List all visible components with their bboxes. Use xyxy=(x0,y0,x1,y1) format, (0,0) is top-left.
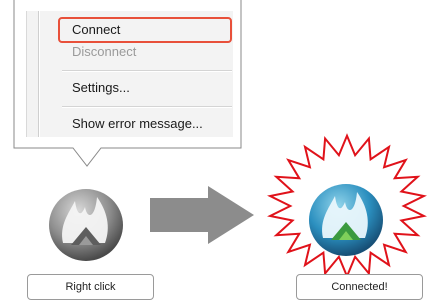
right-click-label: Right click xyxy=(27,274,154,300)
arrow-right-icon xyxy=(150,186,254,244)
connected-label: Connected! xyxy=(296,274,423,300)
menu-item-disconnect: Disconnect xyxy=(72,44,137,59)
menu-item-show-error-message[interactable]: Show error message... xyxy=(72,113,203,135)
menu-item-settings[interactable]: Settings... xyxy=(72,77,130,99)
menu-separator xyxy=(62,106,232,108)
app-connected-icon[interactable] xyxy=(301,176,391,258)
menu-gutter xyxy=(38,11,40,137)
menu-separator xyxy=(62,70,232,72)
app-disconnected-icon[interactable] xyxy=(41,181,131,263)
menu-item-connect[interactable]: Connect xyxy=(72,19,120,41)
